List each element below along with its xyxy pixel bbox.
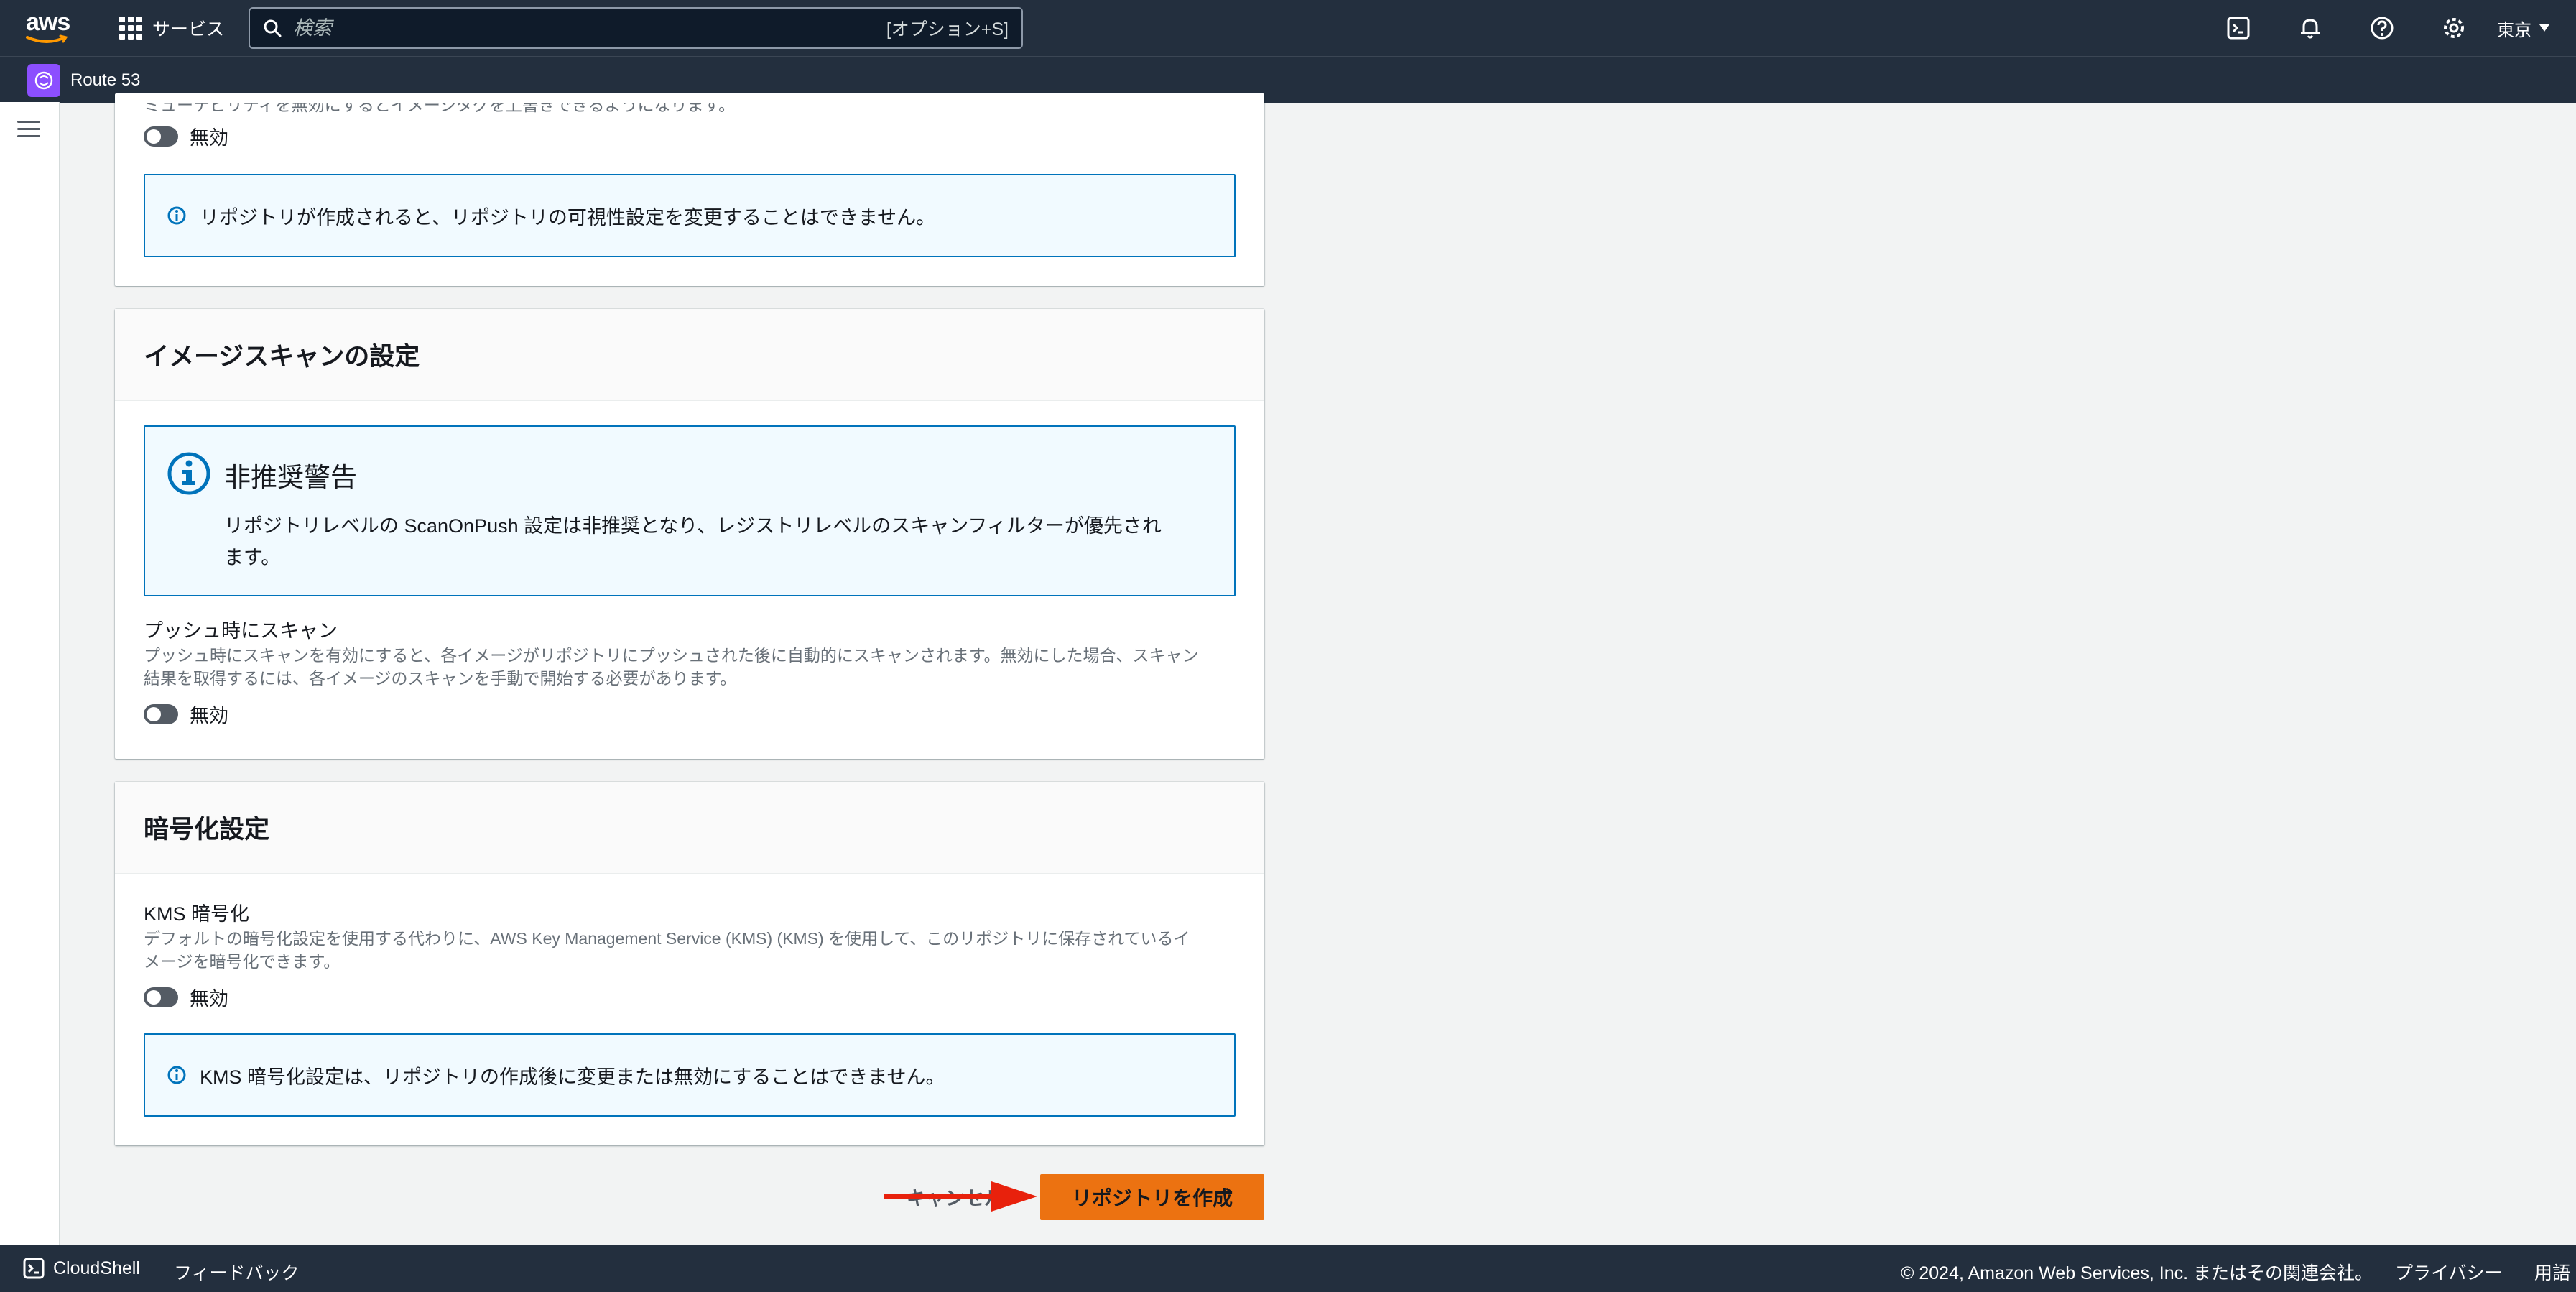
services-label: サービス [152, 19, 225, 40]
feedback-link[interactable]: フィードバック [174, 1259, 300, 1285]
scan-on-push-toggle[interactable] [144, 703, 178, 724]
info-icon [167, 1066, 186, 1084]
encryption-section-title: 暗号化設定 [115, 782, 1264, 874]
kms-info-text: KMS 暗号化設定は、リポジトリの作成後に変更または無効にすることはできません。 [200, 1066, 945, 1088]
region-label: 東京 [2497, 20, 2531, 40]
route53-shortcut[interactable]: Route 53 [27, 64, 140, 97]
toggle-state-label: 無効 [190, 705, 228, 726]
aws-logo-text: aws [26, 9, 70, 36]
create-repository-button[interactable]: リポジトリを作成 [1040, 1174, 1264, 1220]
deprecation-warning-alert: 非推奨警告 リポジトリレベルの ScanOnPush 設定は非推奨となり、レジス… [144, 425, 1236, 596]
terminal-icon [23, 1258, 45, 1279]
caret-down-icon [2539, 24, 2549, 32]
cloudshell-button[interactable] [2202, 0, 2274, 56]
deprecation-warning-title: 非推奨警告 [224, 463, 357, 492]
toggle-state-label: 無効 [190, 127, 228, 149]
toggle-state-label: 無効 [190, 988, 228, 1010]
deprecation-warning-content: 非推奨警告 リポジトリレベルの ScanOnPush 設定は非推奨となり、レジス… [224, 451, 1162, 573]
image-scan-settings-panel: イメージスキャンの設定 非推奨警告 リポジトリレベルの ScanOnPush 設… [115, 309, 1264, 759]
menu-icon[interactable] [17, 121, 40, 142]
terms-link[interactable]: 用語 [2534, 1259, 2570, 1285]
visibility-toggle-row: 無効 [144, 122, 228, 150]
cloudshell-label: CloudShell [53, 1258, 140, 1278]
kms-encryption-toggle[interactable] [144, 987, 178, 1007]
aws-logo[interactable]: aws [26, 10, 72, 46]
scan-on-push-description-2: 結果を取得するには、各イメージのスキャンを手動で開始する必要があります。 [144, 669, 737, 688]
annotation-arrow-icon [884, 1181, 1037, 1212]
nav-icon-group: 東京 [2202, 0, 2550, 56]
side-navigation-rail [0, 102, 60, 1245]
terminal-icon [2227, 17, 2250, 40]
services-menu[interactable]: サービス [119, 13, 224, 43]
search-input[interactable] [292, 16, 886, 40]
notifications-button[interactable] [2274, 0, 2346, 56]
top-navigation: aws サービス [オプション+S] [0, 0, 2576, 56]
region-selector[interactable]: 東京 [2497, 16, 2550, 41]
kms-info-alert: KMS 暗号化設定は、リポジトリの作成後に変更または無効にすることはできません。 [144, 1033, 1236, 1117]
visibility-info-text: リポジトリが作成されると、リポジトリの可視性設定を変更することはできません。 [200, 206, 936, 229]
visibility-settings-panel: ミューテビリティを無効にするとイメージタグを上書きできるようになります。 無効 … [115, 93, 1264, 286]
encryption-settings-panel: 暗号化設定 KMS 暗号化 デフォルトの暗号化設定を使用する代わりに、AWS K… [115, 782, 1264, 1145]
aws-smile-icon [26, 34, 68, 43]
scan-on-push-toggle-row: 無効 [144, 700, 228, 728]
kms-encryption-label: KMS 暗号化 [144, 903, 250, 925]
scan-on-push-description-1: プッシュ時にスキャンを有効にすると、各イメージがリポジトリにプッシュされた後に自… [144, 646, 1199, 665]
deprecation-warning-text-2: ます。 [224, 547, 281, 568]
tag-mutability-description: ミューテビリティを無効にするとイメージタグを上書きできるようになります。 [144, 96, 736, 114]
deprecation-warning-text-1: リポジトリレベルの ScanOnPush 設定は非推奨となり、レジストリレベルの… [224, 515, 1162, 537]
search-icon [264, 19, 282, 37]
kms-toggle-row: 無効 [144, 983, 228, 1011]
kms-encryption-description-2: メージを暗号化できます。 [144, 952, 340, 971]
copyright-text: © 2024, Amazon Web Services, Inc. またはその関… [1901, 1263, 2373, 1283]
scan-on-push-label: プッシュ時にスキャン [144, 620, 338, 642]
kms-encryption-description-1: デフォルトの暗号化設定を使用する代わりに、AWS Key Management … [144, 929, 1190, 948]
tag-immutability-toggle[interactable] [144, 126, 178, 147]
bell-icon [2301, 19, 2320, 39]
gear-icon [2444, 18, 2464, 38]
privacy-link[interactable]: プライバシー [2395, 1259, 2503, 1285]
help-icon [2371, 17, 2394, 40]
grid-icon [119, 17, 142, 40]
route53-label: Route 53 [70, 70, 141, 90]
search-shortcut: [オプション+S] [886, 19, 1009, 40]
image-scan-section-title: イメージスキャンの設定 [115, 309, 1264, 401]
settings-button[interactable] [2418, 0, 2490, 56]
info-icon [167, 452, 210, 495]
cloudshell-footer-button[interactable]: CloudShell [23, 1258, 140, 1279]
search-bar[interactable]: [オプション+S] [249, 7, 1023, 49]
visibility-info-alert: リポジトリが作成されると、リポジトリの可視性設定を変更することはできません。 [144, 174, 1236, 257]
help-button[interactable] [2346, 0, 2418, 56]
route53-icon [27, 64, 60, 97]
info-icon [167, 206, 186, 225]
footer: CloudShell フィードバック © 2024, Amazon Web Se… [0, 1245, 2576, 1292]
